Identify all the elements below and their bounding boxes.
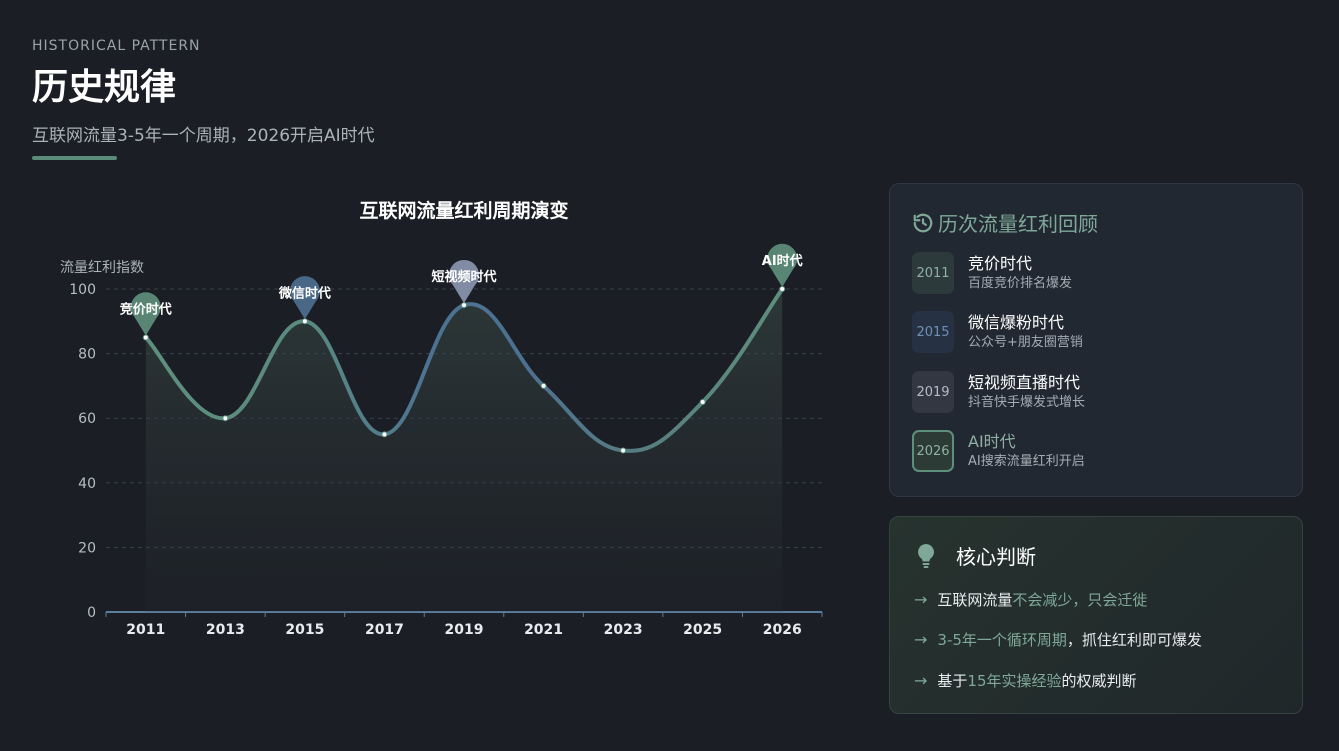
marker-label: AI时代 [762, 253, 803, 269]
data-point [620, 447, 627, 454]
core-panel-title: 核心判断 [914, 541, 1036, 570]
core-item-post: 的权威判断 [1061, 672, 1137, 690]
data-point [301, 318, 308, 325]
chart-container: 互联网流量红利周期演变流量红利指数 0 20 40 60 80 100 2011 2013 201… [40, 185, 860, 655]
history-item-name: AI时代 [968, 431, 1016, 451]
page-subtitle: 互联网流量3-5年一个周期，2026开启AI时代 [32, 126, 375, 146]
marker-label: 微信时代 [278, 285, 331, 301]
history-year-badge: 2015 [912, 311, 954, 353]
history-item: 2015 微信爆粉时代公众号+朋友圈营销 [912, 310, 1083, 354]
core-item: → 基于 15年实操经验 的权威判断 [914, 670, 1137, 691]
y-tick-label: 40 [78, 476, 96, 492]
y-tick-label: 20 [78, 540, 96, 556]
data-point [222, 415, 229, 422]
history-item-name: 微信爆粉时代 [968, 312, 1065, 332]
y-tick-label: 100 [69, 282, 96, 298]
x-tick-label: 2026 [763, 622, 802, 638]
history-panel-title-text: 历次流量红利回顾 [938, 212, 1098, 236]
eyebrow-label: HISTORICAL PATTERN [32, 38, 201, 54]
history-item-name: 竞价时代 [968, 253, 1033, 273]
core-item-post: ，抓住红利即可爆发 [1066, 631, 1202, 649]
history-panel: 历次流量红利回顾 2011 竞价时代百度竞价排名爆发 2015 微信爆粉时代公众号+朋… [889, 183, 1303, 497]
lightbulb-icon [914, 543, 938, 569]
history-item-text: 竞价时代百度竞价排名爆发 [968, 254, 1072, 293]
core-item: → 互联网流量 不会减少，只会迁徙 [914, 589, 1147, 610]
data-point [461, 302, 467, 309]
arrow-right-icon: → [914, 590, 928, 609]
history-item: 2019 短视频直播时代抖音快手爆发式增长 [912, 370, 1085, 414]
history-panel-title: 历次流量红利回顾 [912, 208, 1098, 237]
history-year-badge: 2019 [912, 371, 954, 413]
arrow-right-icon: → [914, 671, 928, 690]
history-item-text: 短视频直播时代抖音快手爆发式增长 [968, 373, 1085, 412]
x-tick-label: 2025 [683, 622, 722, 638]
history-item-text: AI时代 AI搜索流量红利开启 [968, 432, 1085, 471]
history-item-desc: 抖音快手爆发式增长 [968, 394, 1086, 410]
core-item-pre: 互联网流量 [937, 591, 1013, 609]
data-point [142, 334, 149, 341]
x-tick-label: 2023 [604, 622, 643, 638]
x-tick-label: 2011 [126, 622, 165, 638]
y-tick-label: 0 [87, 605, 96, 621]
x-tick-label: 2017 [365, 622, 404, 638]
marker-label: 短视频时代 [431, 269, 496, 285]
core-panel-title-text: 核心判断 [956, 545, 1036, 569]
history-item-text: 微信爆粉时代公众号+朋友圈营销 [968, 313, 1083, 352]
core-item: → 3-5年一个循环周期 ，抓住红利即可爆发 [914, 629, 1202, 650]
accent-bar [32, 156, 117, 160]
data-point [779, 286, 786, 292]
history-item-name: 短视频直播时代 [968, 372, 1081, 392]
x-tick-label: 2013 [206, 622, 245, 638]
x-tick-label: 2021 [524, 622, 563, 638]
y-tick-label: 80 [78, 347, 96, 363]
history-year-badge: 2026 [912, 430, 954, 472]
history-item-desc: 百度竞价排名爆发 [968, 275, 1073, 291]
page-title: 历史规律 [32, 67, 177, 108]
history-item: 2011 竞价时代百度竞价排名爆发 [912, 251, 1072, 295]
history-item: 2026 AI时代 AI搜索流量红利开启 [912, 429, 1085, 473]
core-item-pre: 基于 [937, 672, 968, 690]
area-fill [145, 289, 783, 612]
core-item-hl: 15年实操经验 [967, 672, 1062, 690]
y-tick-label: 60 [78, 411, 96, 427]
history-year-badge: 2011 [912, 252, 954, 294]
history-item-desc: AI搜索流量红利开启 [968, 453, 1085, 469]
core-item-hl: 3-5年一个循环周期 [937, 631, 1067, 649]
history-icon [912, 212, 934, 234]
data-point [381, 431, 388, 438]
y-axis-label: 流量红利指数 [60, 260, 144, 276]
core-item-hl: 不会减少，只会迁徙 [1012, 591, 1148, 609]
data-point [540, 382, 547, 389]
chart-title: 互联网流量红利周期演变 [359, 199, 568, 222]
core-panel: 核心判断 → 互联网流量 不会减少，只会迁徙 → 3-5年一个循环周期 ，抓住红利即可爆发… [889, 516, 1303, 714]
arrow-right-icon: → [914, 630, 928, 649]
traffic-cycle-chart: 互联网流量红利周期演变流量红利指数 0 20 40 60 80 100 2011 2013 201… [60, 199, 823, 638]
x-tick-label: 2015 [285, 622, 324, 638]
marker-label: 竞价时代 [120, 301, 172, 317]
history-item-desc: 公众号+朋友圈营销 [968, 334, 1083, 350]
x-tick-label: 2019 [445, 622, 484, 638]
data-point [699, 399, 706, 406]
